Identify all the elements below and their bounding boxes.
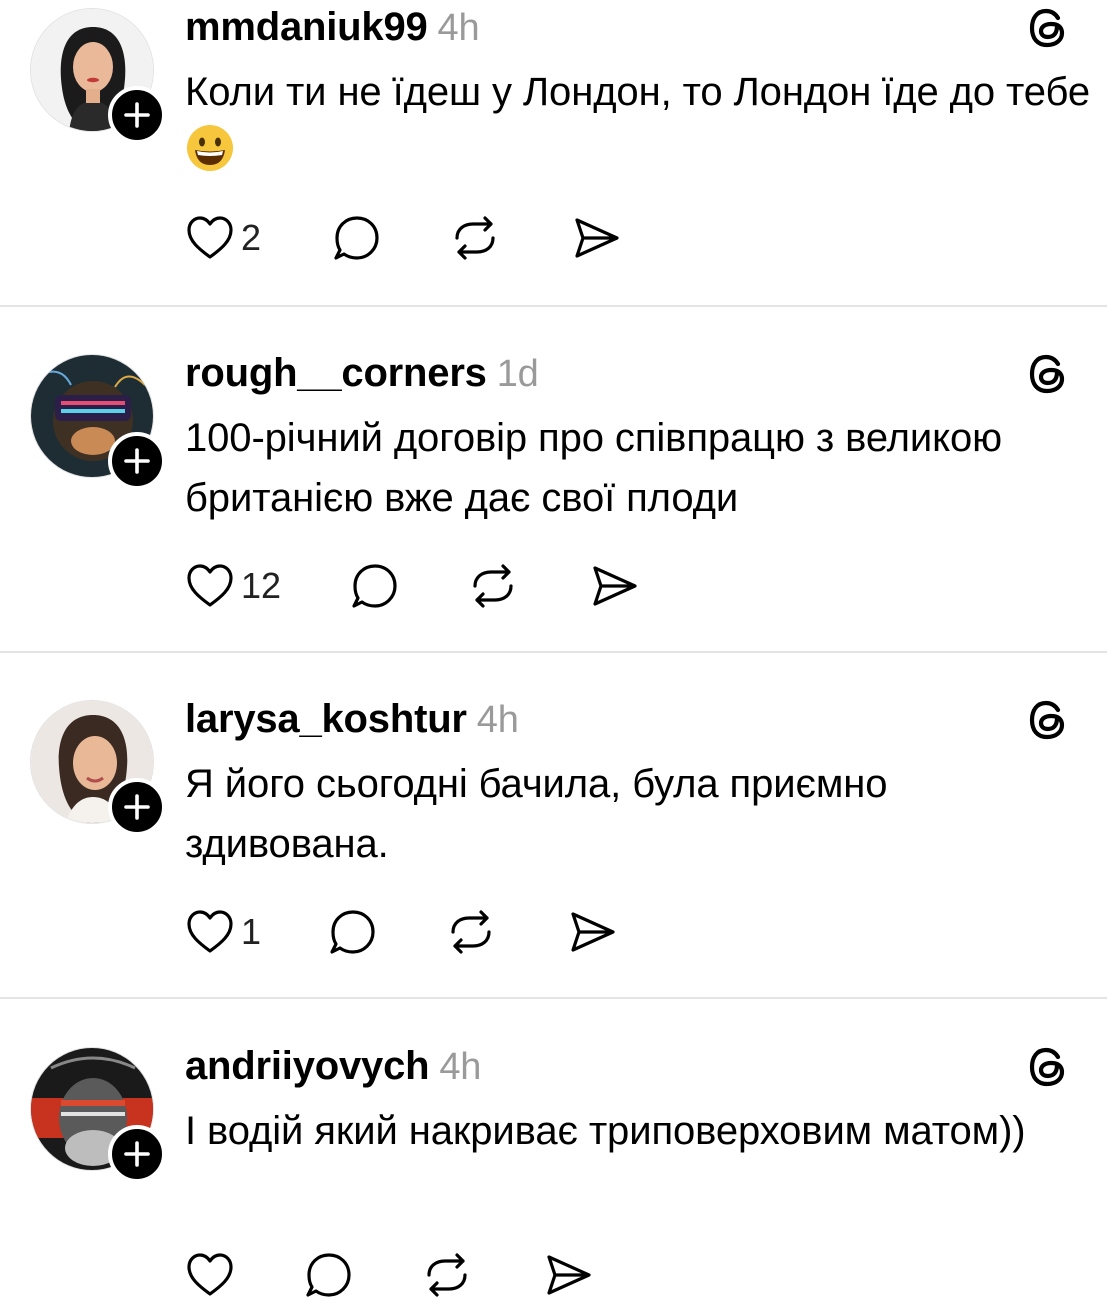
like-button[interactable] — [185, 1252, 235, 1298]
post-actions: 1 — [185, 906, 619, 958]
post-divider — [0, 997, 1107, 999]
username[interactable]: mmdaniuk99 — [185, 5, 428, 49]
grinning-face-icon — [185, 123, 235, 190]
follow-button[interactable] — [108, 1125, 166, 1183]
post-actions: 2 — [185, 212, 623, 264]
comment-icon[interactable] — [349, 560, 401, 612]
post-time: 4h — [439, 1046, 482, 1088]
post-text: Коли ти не їдеш у Лондон, то Лондон їде … — [185, 62, 1090, 190]
post-text: І водій який накриває триповерховим мато… — [185, 1109, 1026, 1153]
follow-button[interactable] — [108, 778, 166, 836]
share-icon[interactable] — [567, 906, 619, 958]
comment-icon[interactable] — [303, 1249, 355, 1301]
repost-icon[interactable] — [449, 212, 501, 264]
plus-icon — [124, 102, 150, 128]
share-icon[interactable] — [571, 212, 623, 264]
post-time: 4h — [437, 7, 480, 49]
heart-icon — [187, 564, 233, 607]
threads-icon[interactable] — [1025, 350, 1073, 398]
like-button[interactable]: 2 — [185, 215, 261, 261]
like-count: 2 — [241, 217, 262, 258]
like-count: 12 — [241, 565, 282, 606]
post-header: rough__corners 1d — [185, 348, 539, 399]
repost-icon[interactable] — [467, 560, 519, 612]
like-button[interactable]: 12 — [185, 563, 281, 609]
threads-icon[interactable] — [1025, 4, 1073, 52]
post-header: mmdaniuk99 4h — [185, 2, 480, 53]
post-actions: 12 — [185, 560, 641, 612]
comment-icon[interactable] — [331, 212, 383, 264]
plus-icon — [124, 1141, 150, 1167]
heart-icon — [187, 216, 233, 259]
post-divider — [0, 651, 1107, 653]
repost-icon[interactable] — [421, 1249, 473, 1301]
repost-icon[interactable] — [445, 906, 497, 958]
follow-button[interactable] — [108, 432, 166, 490]
like-button[interactable]: 1 — [185, 909, 261, 955]
post-time: 1d — [496, 353, 539, 395]
post-header: andriiyovych 4h — [185, 1041, 481, 1092]
post-header: larysa_koshtur 4h — [185, 694, 519, 745]
heart-icon — [187, 910, 233, 953]
post-divider — [0, 305, 1107, 307]
follow-button[interactable] — [108, 86, 166, 144]
heart-icon — [187, 1253, 233, 1296]
post-actions — [185, 1249, 595, 1301]
share-icon[interactable] — [543, 1249, 595, 1301]
username[interactable]: andriiyovych — [185, 1044, 430, 1088]
like-count: 1 — [241, 911, 262, 952]
post-text: Я його сьогодні бачила, була приємно зди… — [185, 762, 888, 866]
plus-icon — [124, 448, 150, 474]
threads-icon[interactable] — [1025, 1043, 1073, 1091]
post-text: 100-річний договір про співпрацю з велик… — [185, 416, 1003, 520]
plus-icon — [124, 794, 150, 820]
username[interactable]: larysa_koshtur — [185, 697, 467, 741]
post-time: 4h — [476, 699, 519, 741]
username[interactable]: rough__corners — [185, 351, 487, 395]
comment-icon[interactable] — [327, 906, 379, 958]
threads-icon[interactable] — [1025, 696, 1073, 744]
share-icon[interactable] — [589, 560, 641, 612]
